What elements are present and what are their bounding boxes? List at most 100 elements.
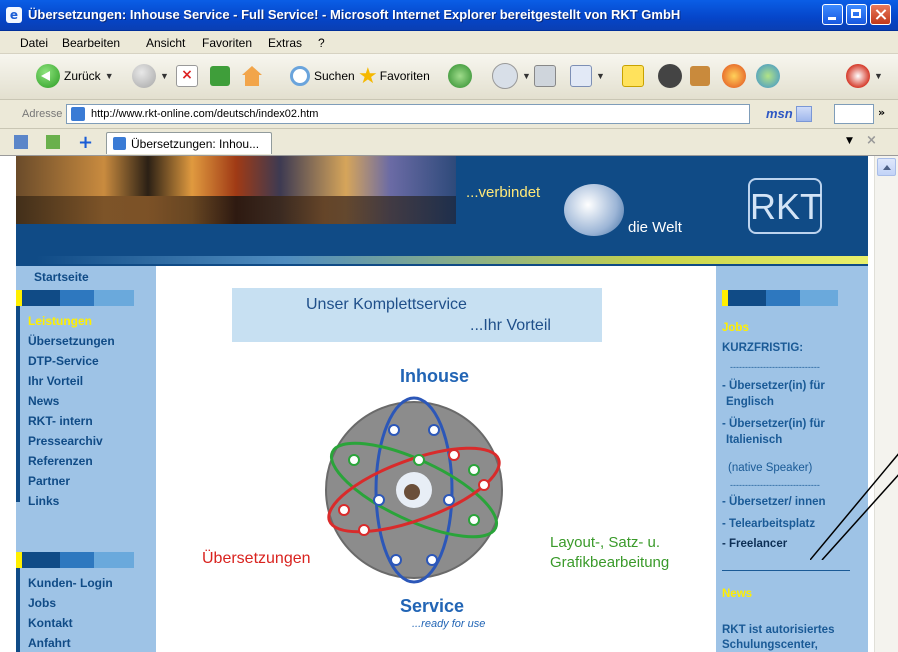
favorites-label: Favoriten xyxy=(379,69,430,83)
job-italian-line-1[interactable]: - Übersetzer(in) für xyxy=(722,418,825,430)
news-line-2[interactable]: Schulungscenter, xyxy=(722,639,818,651)
chevron-down-icon[interactable]: ▼ xyxy=(105,71,114,81)
quick-tabs-icon[interactable] xyxy=(14,135,28,149)
minimize-button[interactable] xyxy=(822,4,843,25)
city-photos-image xyxy=(16,156,456,224)
page-icon xyxy=(113,137,126,150)
browser-window: e Übersetzungen: Inhouse Service - Full … xyxy=(0,0,898,652)
nav-dtp-service[interactable]: DTP-Service xyxy=(28,354,99,368)
nav-partner[interactable]: Partner xyxy=(28,474,70,488)
nav-links[interactable]: Links xyxy=(28,494,59,508)
site-banner: ...verbindet die Welt RKT xyxy=(16,156,868,266)
tab-menu-chevron-icon[interactable]: ▼ xyxy=(846,136,853,146)
job-english-line-2[interactable]: Englisch xyxy=(726,396,774,408)
nav-startseite[interactable]: Startseite xyxy=(34,270,89,284)
chevron-down-icon[interactable]: ▼ xyxy=(522,71,531,81)
tab-label: Übersetzungen: Inhou... xyxy=(131,137,260,151)
research-icon xyxy=(690,66,710,86)
page-icon xyxy=(71,107,85,121)
menu-ansicht[interactable]: Ansicht xyxy=(146,36,185,50)
layout-label-line-2: Grafikbearbeitung xyxy=(550,554,670,571)
nav-kontakt[interactable]: Kontakt xyxy=(28,616,73,630)
close-tab-icon[interactable]: × xyxy=(866,133,877,148)
star-icon: ★ xyxy=(358,63,378,88)
rkt-logo[interactable]: RKT xyxy=(748,178,822,234)
heading-box: Unser Komplettservice ...Ihr Vorteil xyxy=(232,288,602,342)
close-button[interactable] xyxy=(870,4,891,25)
address-url[interactable]: http://www.rkt-online.com/deutsch/index0… xyxy=(91,108,318,120)
job-english-line-1[interactable]: - Übersetzer(in) für xyxy=(722,380,825,392)
note-button[interactable] xyxy=(622,63,644,89)
chevron-down-icon[interactable]: ▼ xyxy=(874,71,883,81)
nav-jobs[interactable]: Jobs xyxy=(28,596,56,610)
search-button[interactable]: Suchen xyxy=(290,63,355,89)
job-freelancer[interactable]: - Freelancer xyxy=(722,538,787,550)
menu-bearbeiten[interactable]: Bearbeiten xyxy=(62,36,120,50)
page-content: ...verbindet die Welt RKT Startseite Lei… xyxy=(0,156,874,652)
nav-pressearchiv[interactable]: Pressearchiv xyxy=(28,434,103,448)
nav-referenzen[interactable]: Referenzen xyxy=(28,454,93,468)
msn-search-input[interactable] xyxy=(834,104,874,124)
add-tab-icon[interactable]: + xyxy=(78,132,93,153)
menu-favoriten[interactable]: Favoriten xyxy=(202,36,252,50)
heading-line-1: Unser Komplettservice xyxy=(306,296,467,313)
more-chevron-icon[interactable]: » xyxy=(878,106,885,119)
title-bar[interactable]: e Übersetzungen: Inhouse Service - Full … xyxy=(0,0,898,31)
menu-datei[interactable]: Datei xyxy=(20,36,48,50)
heading-line-2: ...Ihr Vorteil xyxy=(470,317,551,334)
nav-leistungen[interactable]: Leistungen xyxy=(28,314,92,328)
chevron-down-icon[interactable]: ▼ xyxy=(596,71,605,81)
msn-logo[interactable]: msn xyxy=(766,106,793,121)
job-italian-line-2[interactable]: Italienisch xyxy=(726,434,782,446)
banner-stripe xyxy=(36,256,868,264)
news-line-1[interactable]: RKT ist autorisiertes xyxy=(722,624,834,636)
back-arrow-icon xyxy=(36,64,60,88)
scroll-up-button[interactable] xyxy=(877,158,896,176)
maximize-button[interactable] xyxy=(846,4,867,25)
menu-extras[interactable]: Extras xyxy=(268,36,302,50)
pdf-icon xyxy=(846,64,870,88)
forward-button[interactable]: ▼ xyxy=(132,63,169,89)
pdf-button[interactable]: ▼ xyxy=(846,63,883,89)
users-button[interactable] xyxy=(756,63,780,89)
job-telearbeitsplatz[interactable]: - Telearbeitsplatz xyxy=(722,518,815,530)
menu-help[interactable]: ? xyxy=(318,36,325,50)
native-speaker-label: (native Speaker) xyxy=(728,462,813,474)
search-label: Suchen xyxy=(314,69,355,83)
back-button[interactable]: Zurück ▼ xyxy=(36,63,114,89)
menu-bar: Datei Bearbeiten Ansicht Favoriten Extra… xyxy=(0,31,898,83)
nav-rkt-intern[interactable]: RKT- intern xyxy=(28,414,93,428)
block-button[interactable] xyxy=(658,63,682,89)
history-button[interactable] xyxy=(448,63,472,89)
research-button[interactable] xyxy=(690,63,710,89)
dash-separator: ------------------------------ xyxy=(730,362,820,372)
tab-current[interactable]: Übersetzungen: Inhou... xyxy=(106,132,272,154)
favorites-button[interactable]: ★ Favoriten xyxy=(358,63,430,89)
left-navigation: Startseite Leistungen Übersetzungen DTP-… xyxy=(16,266,156,652)
nav-kunden-login[interactable]: Kunden- Login xyxy=(28,576,113,590)
nav-color-bar xyxy=(722,290,838,306)
home-button[interactable] xyxy=(242,63,262,89)
news-heading[interactable]: News xyxy=(722,588,752,600)
tab-list-icon[interactable] xyxy=(46,135,60,149)
ready-label: ...ready for use xyxy=(412,618,486,630)
history-icon xyxy=(448,64,472,88)
address-input[interactable]: http://www.rkt-online.com/deutsch/index0… xyxy=(66,104,812,124)
print-button[interactable] xyxy=(534,63,556,89)
mail-button[interactable]: ▼ xyxy=(492,63,531,89)
nav-color-bar xyxy=(16,290,134,306)
stop-button[interactable]: × xyxy=(176,63,198,89)
users-icon xyxy=(756,64,780,88)
chevron-down-icon[interactable]: ▼ xyxy=(160,71,169,81)
edit-button[interactable]: ▼ xyxy=(570,63,605,89)
vertical-scrollbar[interactable] xyxy=(874,156,898,652)
nav-ihr-vorteil[interactable]: Ihr Vorteil xyxy=(28,374,83,388)
refresh-button[interactable] xyxy=(210,63,230,89)
address-dropdown-button[interactable] xyxy=(796,106,812,122)
main-content: Unser Komplettservice ...Ihr Vorteil Inh… xyxy=(156,266,716,652)
nav-uebersetzungen[interactable]: Übersetzungen xyxy=(28,334,115,348)
uebersetzungen-label: Übersetzungen xyxy=(202,550,311,567)
messenger-button[interactable] xyxy=(722,63,746,89)
nav-anfahrt[interactable]: Anfahrt xyxy=(28,636,71,650)
nav-news[interactable]: News xyxy=(28,394,59,408)
